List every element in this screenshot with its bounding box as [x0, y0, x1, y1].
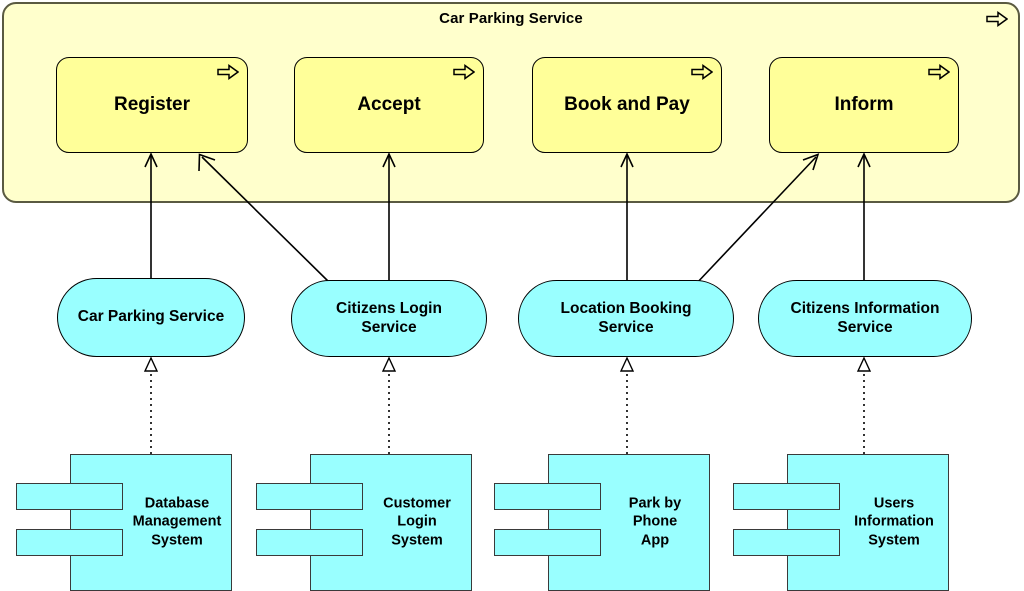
- component-tab-upper: [256, 483, 363, 510]
- component-tab-lower: [16, 529, 123, 556]
- diagram-canvas: Car Parking Service Register Accept Book…: [0, 0, 1024, 591]
- process-arrow-icon: [986, 11, 1008, 27]
- component-tab-lower: [733, 529, 840, 556]
- component-tab-upper: [733, 483, 840, 510]
- component-label: Database Management System: [132, 495, 222, 549]
- process-box-accept[interactable]: Accept: [294, 57, 484, 153]
- component-tab-upper: [494, 483, 601, 510]
- service-label: Citizens Information Service: [790, 299, 940, 336]
- process-box-inform[interactable]: Inform: [769, 57, 959, 153]
- component-label: Customer Login System: [383, 495, 451, 549]
- process-label: Register: [113, 94, 191, 115]
- process-box-register[interactable]: Register: [56, 57, 248, 153]
- process-arrow-icon: [217, 64, 239, 80]
- group-title: Car Parking Service: [439, 10, 583, 27]
- service-label: Citizens Login Service: [336, 299, 442, 336]
- component-label: Users Information System: [854, 495, 934, 549]
- service-box-location-booking-service[interactable]: Location Booking Service: [518, 280, 734, 357]
- process-label: Inform: [834, 94, 894, 115]
- service-label: Car Parking Service: [77, 308, 225, 326]
- process-label: Accept: [357, 94, 421, 115]
- component-tab-lower: [256, 529, 363, 556]
- process-arrow-icon: [928, 64, 950, 80]
- realization-customer-login-system: [381, 356, 397, 454]
- component-tab-lower: [494, 529, 601, 556]
- service-box-citizens-information-service[interactable]: Citizens Information Service: [758, 280, 972, 357]
- service-box-car-parking-service[interactable]: Car Parking Service: [57, 278, 245, 357]
- component-label: Park by Phone App: [628, 495, 682, 549]
- service-label: Location Booking Service: [560, 299, 692, 336]
- process-arrow-icon: [691, 64, 713, 80]
- process-label: Book and Pay: [564, 94, 690, 115]
- component-tab-upper: [16, 483, 123, 510]
- realization-users-information-system: [856, 356, 872, 454]
- process-box-book-and-pay[interactable]: Book and Pay: [532, 57, 722, 153]
- process-arrow-icon: [453, 64, 475, 80]
- service-box-citizens-login-service[interactable]: Citizens Login Service: [291, 280, 487, 357]
- realization-park-by-phone-app: [619, 356, 635, 454]
- realization-database-management-system: [143, 356, 159, 454]
